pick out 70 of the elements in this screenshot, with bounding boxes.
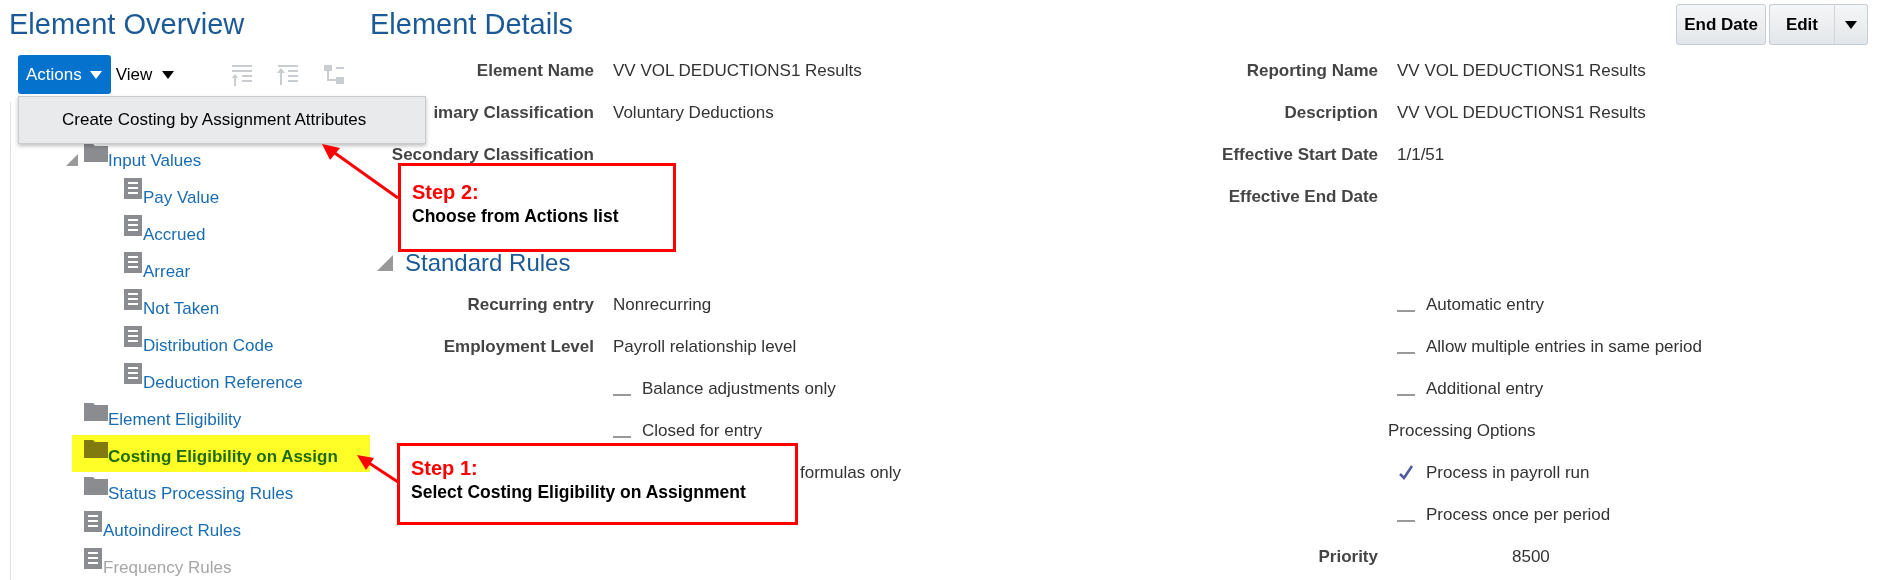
page-title: Element Overview bbox=[9, 7, 246, 42]
field-value: 1/1/51 bbox=[1397, 145, 1446, 165]
section-title: Element Details bbox=[370, 7, 574, 42]
document-icon bbox=[84, 511, 102, 532]
document-icon bbox=[124, 178, 142, 199]
field-label: Description bbox=[1283, 103, 1378, 123]
caret-icon bbox=[1845, 20, 1857, 29]
option-label: Process in payroll run bbox=[1426, 463, 1590, 483]
tree-item[interactable]: Pay Value bbox=[143, 187, 220, 208]
edit-menu-button[interactable] bbox=[1834, 4, 1868, 45]
tree-item[interactable]: Autoindirect Rules bbox=[103, 520, 241, 541]
collapse-all-icon[interactable] bbox=[276, 62, 301, 87]
field-value: Voluntary Deductions bbox=[613, 103, 775, 123]
field-label: Effective Start Date bbox=[1221, 145, 1378, 165]
step-label: Step 1: bbox=[411, 456, 479, 480]
field-value: Nonrecurring bbox=[613, 295, 713, 315]
option-label: formulas only bbox=[800, 463, 902, 483]
group-label: Processing Options bbox=[1388, 421, 1537, 441]
tree-item[interactable]: Input Values bbox=[108, 150, 202, 171]
actions-button[interactable]: Actions bbox=[18, 55, 111, 94]
tree-item[interactable]: Status Processing Rules bbox=[108, 483, 294, 504]
step-label: Step 2: bbox=[412, 180, 480, 204]
option-label: Closed for entry bbox=[642, 421, 762, 441]
tree-item[interactable]: Accrued bbox=[143, 224, 206, 245]
option-label: Process once per period bbox=[1426, 505, 1611, 525]
option-label: Allow multiple entries in same period bbox=[1426, 337, 1702, 357]
hierarchy-icon[interactable] bbox=[322, 62, 347, 87]
tree-item[interactable]: Element Eligibility bbox=[108, 409, 242, 430]
folder-icon bbox=[84, 402, 108, 421]
field-value: VV VOL DEDUCTIONS1 Results bbox=[613, 61, 863, 81]
field-value: VV VOL DEDUCTIONS1 Results bbox=[1397, 103, 1647, 123]
folder-icon bbox=[84, 439, 108, 458]
field-value: VV VOL DEDUCTIONS1 Results bbox=[1397, 61, 1647, 81]
tree-item[interactable]: Deduction Reference bbox=[143, 372, 303, 393]
field-label: Priority bbox=[1317, 547, 1378, 567]
caret-icon bbox=[162, 70, 175, 79]
field-label: Element Name bbox=[475, 61, 594, 81]
option-label: Additional entry bbox=[1426, 379, 1544, 399]
tree-item[interactable]: Costing Eligibility on Assign bbox=[108, 446, 338, 467]
field-label: Employment Level bbox=[442, 337, 594, 357]
option-label: Automatic entry bbox=[1426, 295, 1545, 315]
document-icon bbox=[84, 548, 102, 569]
document-icon bbox=[124, 289, 142, 310]
menu-item[interactable]: Create Costing by Assignment Attributes bbox=[19, 110, 367, 130]
field-label: imary Classification bbox=[432, 103, 594, 123]
expanded-triangle-icon[interactable] bbox=[377, 255, 393, 271]
folder-icon bbox=[84, 476, 108, 495]
expand-all-icon[interactable] bbox=[230, 62, 255, 87]
expanded-triangle-icon[interactable] bbox=[66, 153, 78, 166]
option-label: Balance adjustments only bbox=[642, 379, 836, 399]
caret-icon bbox=[89, 70, 102, 79]
tree-item[interactable]: Arrear bbox=[143, 261, 191, 282]
document-icon bbox=[124, 363, 142, 384]
view-button[interactable]: View bbox=[115, 64, 175, 85]
field-value: Payroll relationship level bbox=[613, 337, 798, 357]
callout-text: Choose from Actions list bbox=[412, 205, 620, 228]
field-label: Recurring entry bbox=[466, 295, 594, 315]
document-icon bbox=[124, 326, 142, 347]
tree-item[interactable]: Distribution Code bbox=[143, 335, 274, 356]
section-heading[interactable]: Standard Rules bbox=[405, 249, 571, 277]
field-label: Secondary Classification bbox=[390, 145, 594, 165]
field-value: 8500 bbox=[1511, 547, 1551, 567]
tree-item[interactable]: Not Taken bbox=[143, 298, 220, 319]
document-icon bbox=[124, 252, 142, 273]
document-icon bbox=[124, 215, 142, 236]
field-label: Effective End Date bbox=[1227, 187, 1378, 207]
field-label: Reporting Name bbox=[1245, 61, 1378, 81]
edit-button[interactable]: Edit bbox=[1768, 4, 1834, 45]
end-date-button[interactable]: End Date bbox=[1676, 4, 1766, 45]
callout-text: Select Costing Eligibility on Assignment bbox=[411, 481, 747, 504]
